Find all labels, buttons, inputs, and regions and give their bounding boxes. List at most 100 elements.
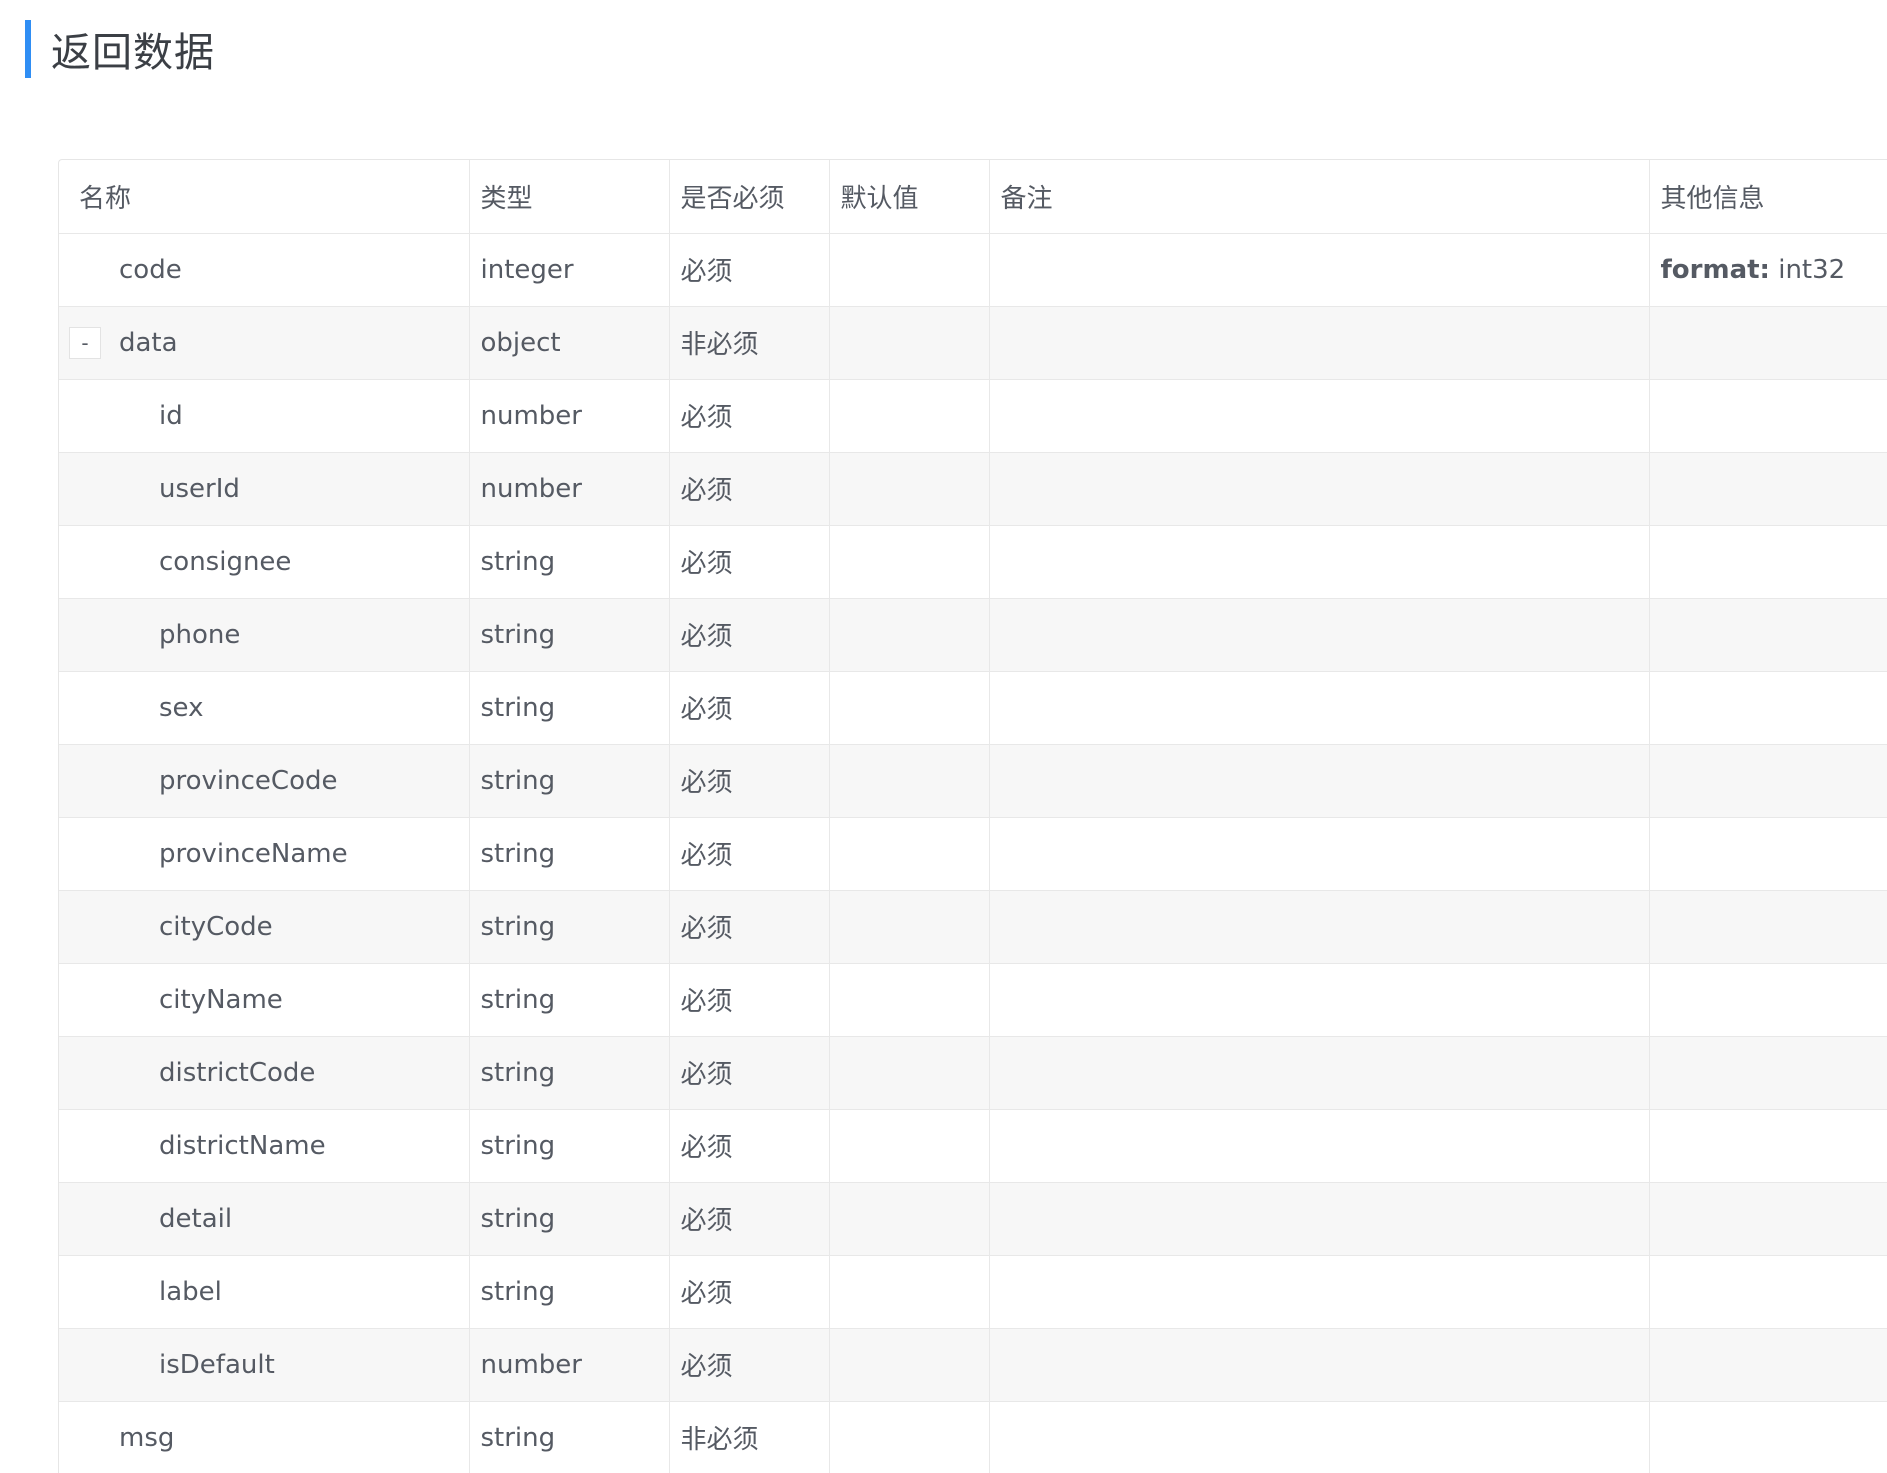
field-required: 必须 [669,1255,830,1329]
table-row[interactable]: - data object 非必须 [59,306,1887,380]
field-name: detail [159,1203,233,1234]
table-row: consignee string 必须 [59,525,1887,599]
field-name: provinceCode [159,765,338,796]
field-other-info [1649,598,1887,672]
field-note [989,452,1650,526]
field-note [989,1036,1650,1110]
field-name-cell: cityName [59,963,470,1037]
field-name-wrapper: detail [69,1183,468,1255]
field-type: string [469,1401,670,1473]
field-note [989,1328,1650,1402]
field-default [829,817,990,891]
table-row: districtCode string 必须 [59,1036,1887,1110]
field-type: number [469,379,670,453]
field-name: id [159,400,183,431]
field-required: 必须 [669,744,830,818]
field-name-wrapper: label [69,1256,468,1328]
field-other-info: format: int32 [1649,233,1887,307]
header-name: 名称 [59,160,470,234]
table-row: provinceName string 必须 [59,817,1887,891]
table-row: sex string 必须 [59,671,1887,745]
field-name: label [159,1276,222,1307]
field-other-info [1649,525,1887,599]
field-required: 必须 [669,1109,830,1183]
field-name-wrapper: provinceName [69,818,468,890]
field-other-info [1649,1109,1887,1183]
table-row: phone string 必须 [59,598,1887,672]
field-type: string [469,1182,670,1256]
field-name: msg [119,1422,175,1453]
field-other-info [1649,1036,1887,1110]
field-type: string [469,1109,670,1183]
table-row: cityName string 必须 [59,963,1887,1037]
field-default [829,525,990,599]
field-name-cell: userId [59,452,470,526]
header-default: 默认值 [829,160,990,234]
field-default [829,598,990,672]
field-name: cityName [159,984,283,1015]
field-name-wrapper: phone [69,599,468,671]
field-name: sex [159,692,204,723]
field-default [829,452,990,526]
field-default [829,1401,990,1473]
field-default [829,890,990,964]
field-required: 非必须 [669,306,830,380]
field-required: 必须 [669,379,830,453]
field-type: string [469,598,670,672]
field-required: 必须 [669,1328,830,1402]
field-default [829,1182,990,1256]
field-required: 必须 [669,1036,830,1110]
field-note [989,598,1650,672]
field-name-wrapper: cityCode [69,891,468,963]
collapse-toggle-button[interactable]: - [69,326,101,359]
field-name-cell: sex [59,671,470,745]
field-other-info [1649,1182,1887,1256]
field-other-info [1649,379,1887,453]
field-type: string [469,963,670,1037]
header-type: 类型 [469,160,670,234]
field-name-wrapper: provinceCode [69,745,468,817]
table-row: detail string 必须 [59,1182,1887,1256]
field-name-wrapper: id [69,380,468,452]
field-note [989,1255,1650,1329]
field-type: string [469,1255,670,1329]
field-name-wrapper: sex [69,672,468,744]
field-type: string [469,817,670,891]
field-default [829,379,990,453]
field-other-info [1649,890,1887,964]
field-name-cell: - data [59,306,470,380]
header-row: 名称 类型 是否必须 默认值 备注 其他信息 [59,160,1887,234]
field-name: provinceName [159,838,348,869]
response-data-table: 名称 类型 是否必须 默认值 备注 其他信息 code integer 必须 form… [58,159,1887,1473]
table-header: 名称 类型 是否必须 默认值 备注 其他信息 [59,160,1887,234]
field-required: 必须 [669,233,830,307]
header-required: 是否必须 [669,160,830,234]
field-required: 必须 [669,525,830,599]
field-note [989,963,1650,1037]
field-type: string [469,744,670,818]
field-name-wrapper: code [69,234,468,306]
table-row: id number 必须 [59,379,1887,453]
field-required: 必须 [669,671,830,745]
field-type: string [469,671,670,745]
field-name-wrapper: userId [69,453,468,525]
field-default [829,1328,990,1402]
field-name-cell: cityCode [59,890,470,964]
table-row: cityCode string 必须 [59,890,1887,964]
field-note [989,379,1650,453]
field-default [829,1036,990,1110]
field-other-info [1649,671,1887,745]
field-note [989,233,1650,307]
field-name-wrapper: isDefault [69,1329,468,1401]
table-row: code integer 必须 format: int32 [59,233,1887,307]
header-note: 备注 [989,160,1650,234]
field-type: integer [469,233,670,307]
field-required: 必须 [669,452,830,526]
field-name-cell: districtName [59,1109,470,1183]
field-note [989,1182,1650,1256]
field-note [989,671,1650,745]
field-other-info [1649,306,1887,380]
field-name-cell: label [59,1255,470,1329]
field-name-cell: msg [59,1401,470,1473]
field-name: isDefault [159,1349,275,1380]
